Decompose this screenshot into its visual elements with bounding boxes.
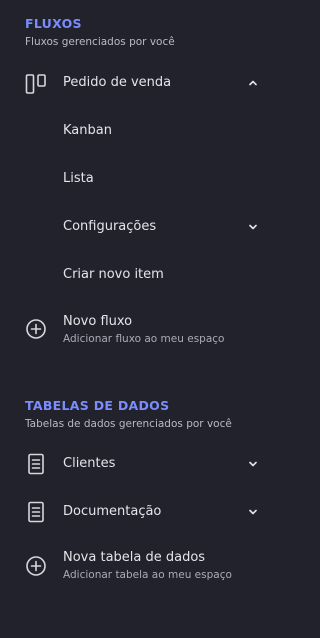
flow-label: Pedido de venda [63,75,172,90]
chevron-down-icon[interactable] [247,506,259,518]
document-icon [24,452,48,476]
flow-pedido-de-venda[interactable]: Pedido de venda [0,63,271,103]
new-table-button[interactable]: Nova tabela de dados Adicionar tabela ao… [0,544,271,586]
fluxos-title: FLUXOS [25,16,82,31]
chevron-down-icon[interactable] [247,458,259,470]
new-table-sublabel: Adicionar tabela ao meu espaço [63,569,232,581]
tabelas-subtitle: Tabelas de dados gerenciados por você [25,418,232,430]
table-item-label: Documentação [63,504,162,519]
flow-item-criar-novo-item[interactable]: Criar novo item [0,255,271,295]
kanban-board-icon [24,72,48,96]
table-item-clientes[interactable]: Clientes [0,444,271,484]
chevron-down-icon[interactable] [247,221,259,233]
fluxos-subtitle: Fluxos gerenciados por você [25,36,175,48]
table-item-label: Clientes [63,456,116,471]
new-flow-label: Novo fluxo [63,314,133,329]
new-table-label: Nova tabela de dados [63,550,206,565]
flow-item-kanban[interactable]: Kanban [0,111,271,151]
flow-item-lista[interactable]: Lista [0,159,271,199]
flow-item-label: Configurações [63,219,157,234]
flow-item-label: Lista [63,171,94,186]
flow-item-label: Kanban [63,123,112,138]
document-icon [24,500,48,524]
tabelas-title: TABELAS DE DADOS [25,398,170,413]
table-item-documentacao[interactable]: Documentação [0,492,271,532]
new-flow-button[interactable]: Novo fluxo Adicionar fluxo ao meu espaço [0,308,271,350]
flow-item-label: Criar novo item [63,267,164,282]
new-flow-sublabel: Adicionar fluxo ao meu espaço [63,333,225,345]
plus-circle-icon [24,554,48,578]
flow-item-configuracoes[interactable]: Configurações [0,207,271,247]
chevron-up-icon[interactable] [247,77,259,89]
plus-circle-icon [24,317,48,341]
